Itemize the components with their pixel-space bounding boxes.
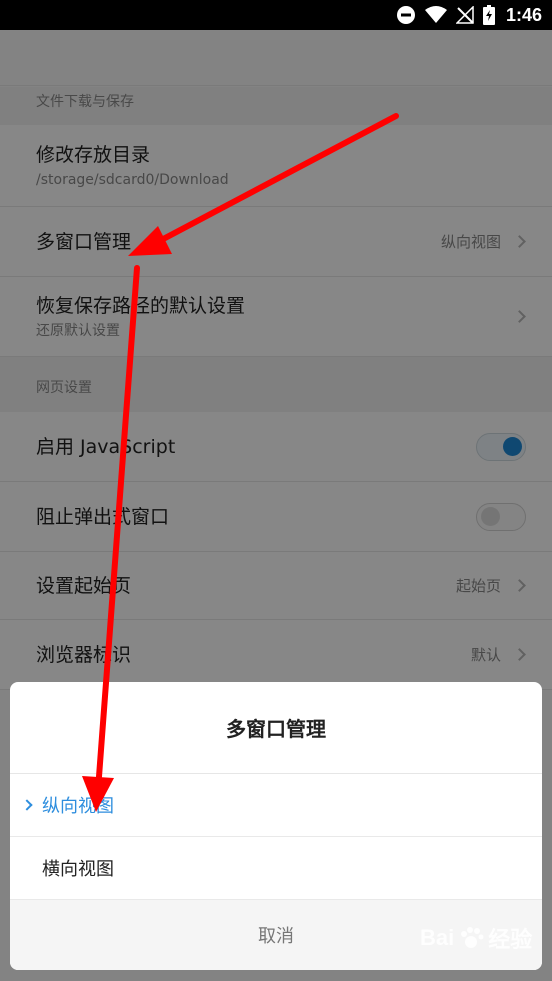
watermark-text: Bai [420,925,455,950]
dialog-title: 多窗口管理 [10,682,542,774]
wifi-icon [424,6,447,23]
status-time: 1:46 [505,4,542,25]
status-bar: 1:46 [0,0,552,30]
option-label: 纵向视图 [42,796,114,817]
do-not-disturb-icon [396,6,415,24]
no-signal-icon [455,6,474,24]
option-label: 横向视图 [42,859,114,880]
paw-icon [461,927,484,948]
battery-charging-icon [482,5,495,25]
watermark-text-2: 经验 [488,927,533,952]
selected-chevron-icon [21,799,33,811]
baidu-watermark: Bai 经验 [420,922,532,954]
option-portrait-view[interactable]: 纵向视图 [10,774,542,837]
option-landscape-view[interactable]: 横向视图 [10,837,542,900]
